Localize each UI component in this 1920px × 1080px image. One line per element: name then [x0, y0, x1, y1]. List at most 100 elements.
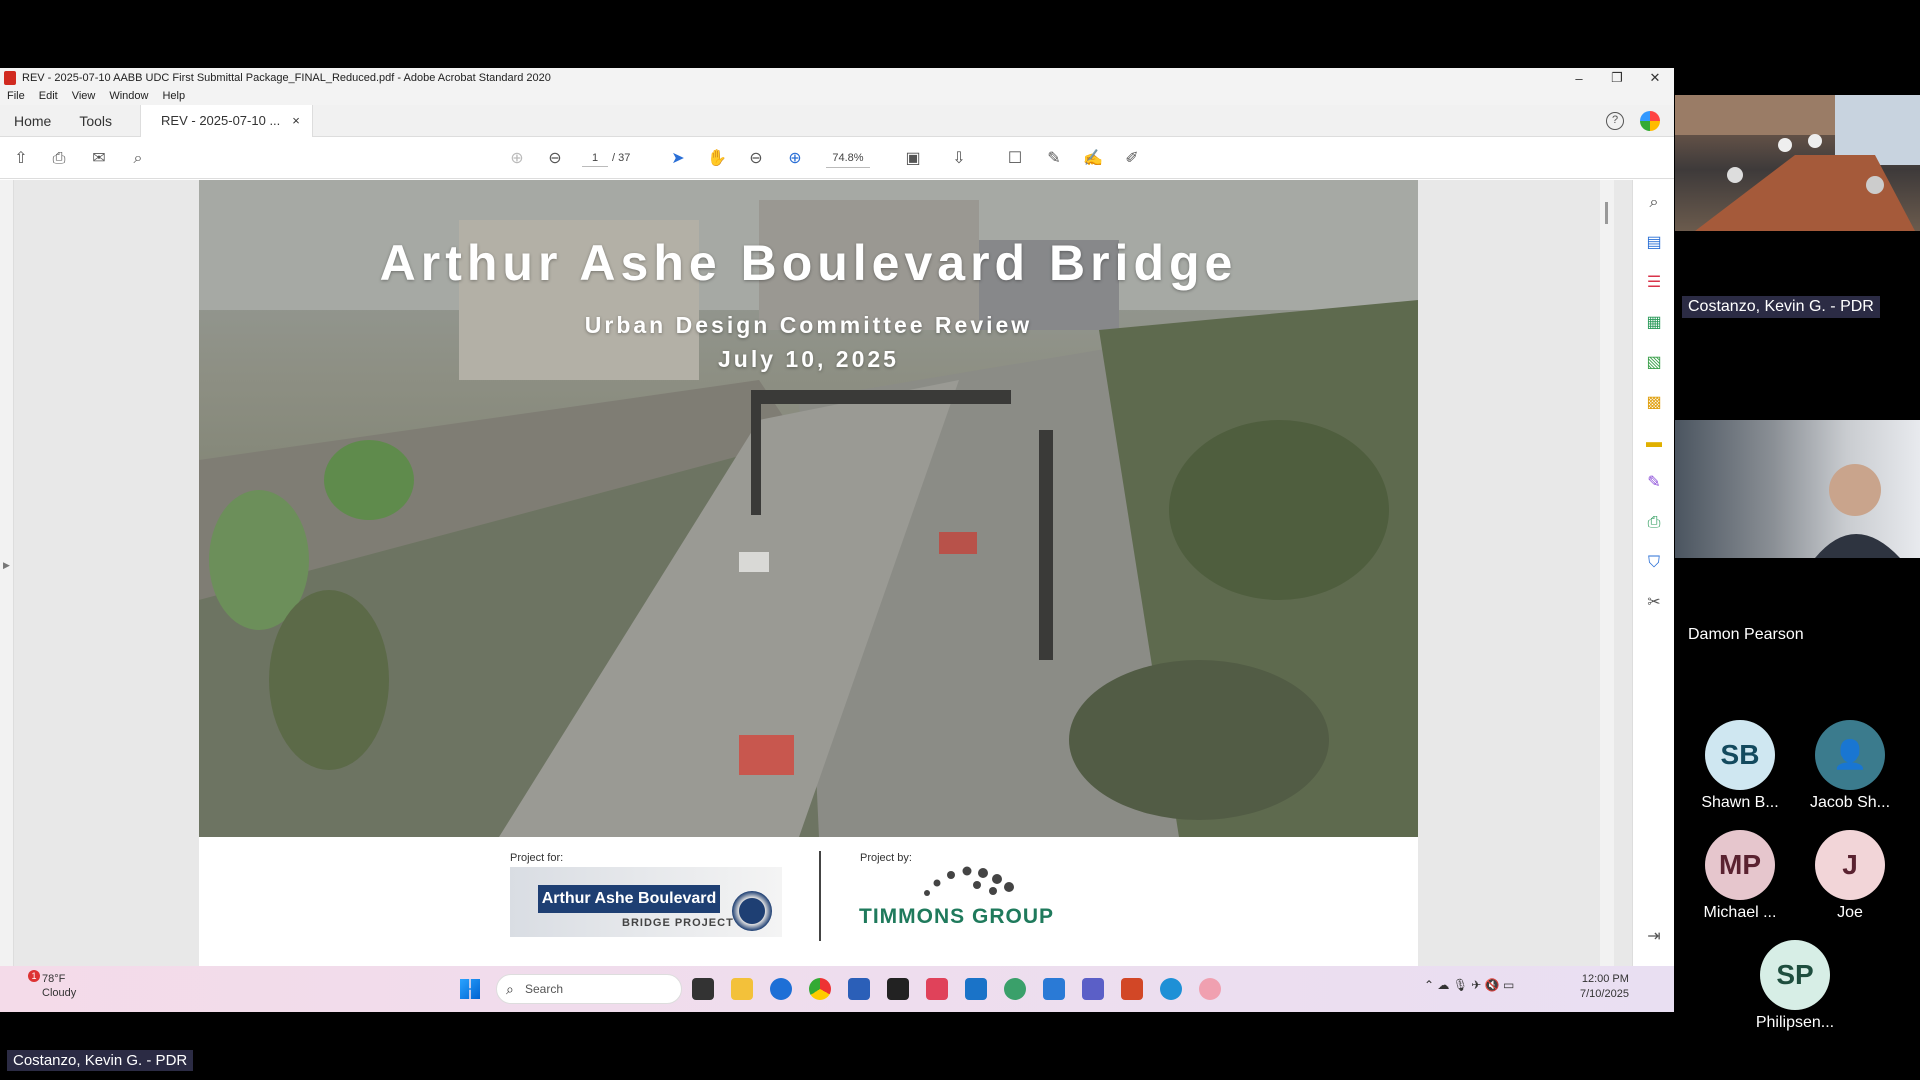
chrome-icon[interactable]: [809, 978, 831, 1000]
participant-tile-mp[interactable]: MP Michael ...: [1685, 830, 1795, 922]
windows-taskbar: 1 78°F Cloudy ⌕ Search ⌃ ☁ 🎙 ✈ 🔇 ▭ 12:00…: [0, 966, 1674, 1012]
file-explorer-icon[interactable]: [731, 978, 753, 1000]
app-icon-green[interactable]: [1004, 978, 1026, 1000]
collapse-panel-icon[interactable]: ⇥: [1643, 926, 1665, 948]
previous-page-icon[interactable]: ⊕: [506, 148, 528, 170]
vertical-scrollbar[interactable]: [1600, 180, 1614, 966]
weather-widget[interactable]: 1 78°F Cloudy: [18, 970, 76, 1000]
document-title: Arthur Ashe Boulevard Bridge: [379, 235, 1238, 291]
scroll-thumb[interactable]: [1605, 202, 1608, 224]
participant-name-tag: Costanzo, Kevin G. - PDR: [1682, 296, 1880, 318]
upload-icon[interactable]: ⇧: [10, 148, 32, 170]
participant-video-room[interactable]: [1675, 95, 1920, 231]
menu-view[interactable]: View: [65, 88, 103, 105]
menu-bar: File Edit View Window Help: [0, 88, 1674, 105]
tab-tools[interactable]: Tools: [65, 105, 126, 137]
app-icon-pink[interactable]: [1199, 978, 1221, 1000]
comment-icon[interactable]: ☐: [1004, 148, 1026, 170]
snipping-tool-icon[interactable]: [1043, 978, 1065, 1000]
clock-date: 7/10/2025: [1580, 988, 1629, 1000]
print-production-icon[interactable]: ⎙: [1643, 512, 1665, 534]
taskbar-search[interactable]: ⌕ Search: [496, 974, 682, 1004]
avatar-sb: SB: [1705, 720, 1775, 790]
participant-name: Jacob Sh...: [1809, 794, 1891, 811]
menu-help[interactable]: Help: [155, 88, 192, 105]
tab-home[interactable]: Home: [0, 105, 65, 137]
teams-icon[interactable]: [1082, 978, 1104, 1000]
bridge-rendering: Arthur Ashe Boulevard Bridge Urban Desig…: [199, 180, 1418, 837]
print-icon[interactable]: ⎙: [48, 148, 70, 170]
zoom-level[interactable]: 74.8%: [826, 149, 870, 168]
combine-files-icon[interactable]: ▧: [1643, 352, 1665, 374]
profile-icon[interactable]: [1640, 110, 1660, 131]
highlight-icon[interactable]: ✎: [1043, 148, 1065, 170]
export-pdf-icon[interactable]: ▤: [1643, 232, 1665, 254]
organize-pages-icon[interactable]: ☰: [1643, 272, 1665, 294]
help-icon[interactable]: ?: [1606, 111, 1624, 130]
menu-file[interactable]: File: [0, 88, 32, 105]
system-tray[interactable]: ⌃ ☁ 🎙 ✈ 🔇 ▭: [1424, 978, 1514, 992]
fill-sign-tool-icon[interactable]: ✎: [1643, 472, 1665, 494]
left-panel-toggle[interactable]: ▶: [0, 180, 14, 966]
hand-tool-icon[interactable]: ✋: [706, 148, 728, 170]
sign-icon[interactable]: ✍: [1082, 148, 1104, 170]
protect-icon[interactable]: ⛉: [1643, 552, 1665, 574]
outlook-icon[interactable]: [965, 978, 987, 1000]
fill-sign-icon[interactable]: ✐: [1121, 148, 1143, 170]
zoom-tool-icon[interactable]: ⌕: [1643, 192, 1665, 214]
search-icon[interactable]: ⌕: [127, 148, 149, 170]
participant-tile-joe[interactable]: J Joe: [1795, 830, 1905, 922]
avatar-sp: SP: [1760, 940, 1830, 1010]
participant-tile-jacob[interactable]: 👤 Jacob Sh...: [1795, 720, 1905, 812]
app-icon-blue[interactable]: [770, 978, 792, 1000]
person-avatar-icon: 👤: [1815, 720, 1885, 790]
page-number-input[interactable]: 1: [582, 149, 608, 167]
document-area[interactable]: ▶ Arthur Ashe Boulevard Bridge Urban Des…: [0, 180, 1632, 966]
close-tab-icon[interactable]: ×: [292, 113, 300, 128]
comment-tool-icon[interactable]: ▬: [1643, 432, 1665, 454]
zoom-in-icon[interactable]: ⊕: [784, 148, 806, 170]
rsa-icon[interactable]: [926, 978, 948, 1000]
tab-document[interactable]: REV - 2025-07-10 ... ×: [140, 104, 313, 137]
menu-window[interactable]: Window: [102, 88, 155, 105]
word-icon[interactable]: [848, 978, 870, 1000]
project-by-label: Project by:: [860, 852, 912, 864]
shared-screen: REV - 2025-07-10 AABB UDC First Submitta…: [0, 68, 1674, 1012]
close-button[interactable]: ✕: [1636, 70, 1674, 86]
document-tab-label: REV - 2025-07-10 ...: [161, 113, 281, 128]
title-bar: REV - 2025-07-10 AABB UDC First Submitta…: [0, 68, 1674, 88]
search-placeholder: Search: [525, 982, 564, 996]
select-cursor-icon[interactable]: ➤: [667, 148, 689, 170]
acrobat-taskbar-icon[interactable]: [887, 978, 909, 1000]
task-view-icon[interactable]: [692, 978, 714, 1000]
fit-page-icon[interactable]: ▣: [902, 148, 924, 170]
tab-bar: Home Tools REV - 2025-07-10 ... × ?: [0, 104, 1674, 137]
maximize-button[interactable]: ❐: [1598, 70, 1636, 86]
scroll-mode-icon[interactable]: ⇩: [948, 148, 970, 170]
logo-divider: [819, 851, 821, 941]
next-page-icon[interactable]: ⊖: [544, 148, 566, 170]
damon-video-art: [1815, 464, 1900, 558]
acrobat-icon: [4, 71, 16, 85]
aabb-logo-subtext: BRIDGE PROJECT: [622, 917, 734, 929]
expand-arrow-icon[interactable]: ▶: [3, 560, 10, 571]
participant-tile-sp[interactable]: SP Philipsen...: [1740, 940, 1850, 1032]
active-speaker-label: Costanzo, Kevin G. - PDR: [7, 1050, 194, 1071]
participant-name: Joe: [1837, 904, 1863, 921]
edge-icon[interactable]: [1160, 978, 1182, 1000]
windows-start-icon[interactable]: [460, 979, 480, 999]
zoom-out-icon[interactable]: ⊖: [745, 148, 767, 170]
email-icon[interactable]: ✉: [88, 148, 110, 170]
edit-pdf-icon[interactable]: ▩: [1643, 392, 1665, 414]
temperature: 78°F: [42, 973, 66, 985]
menu-edit[interactable]: Edit: [32, 88, 65, 105]
participant-tile-sb[interactable]: SB Shawn B...: [1685, 720, 1795, 812]
taskbar-clock[interactable]: 12:00 PM 7/10/2025: [1580, 972, 1629, 1002]
timmons-logo-text: TIMMONS GROUP: [859, 905, 1054, 928]
powerpoint-icon[interactable]: [1121, 978, 1143, 1000]
more-tools-icon[interactable]: ✂: [1643, 592, 1665, 614]
project-for-label: Project for:: [510, 852, 564, 864]
participant-video-damon[interactable]: [1675, 420, 1920, 558]
minimize-button[interactable]: –: [1560, 71, 1598, 86]
create-pdf-icon[interactable]: ▦: [1643, 312, 1665, 334]
